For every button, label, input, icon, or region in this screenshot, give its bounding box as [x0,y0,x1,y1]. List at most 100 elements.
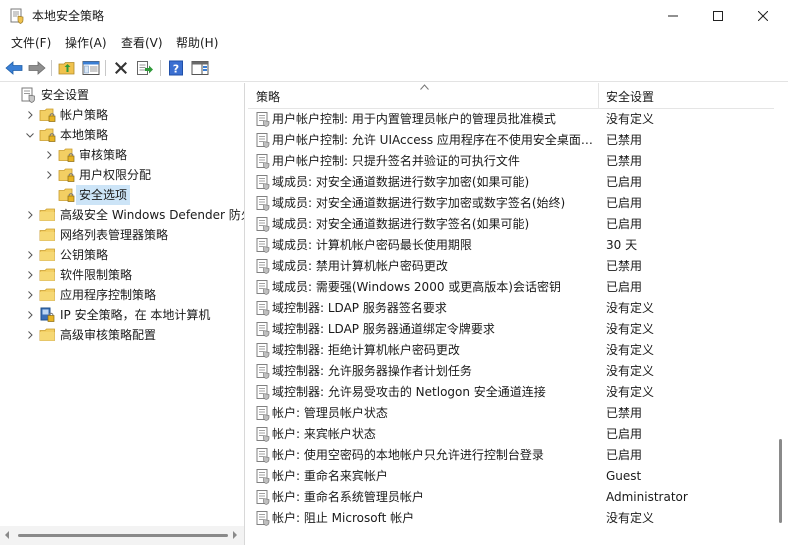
folder-lock-icon [58,147,75,163]
policy-row[interactable]: 域成员: 对安全通道数据进行数字加密(如果可能) 已启用 [248,172,774,193]
policy-setting: 已启用 [606,280,643,294]
policy-icon [256,343,270,358]
forward-button[interactable] [27,58,47,78]
column-header-policy-label: 策略 [256,90,281,104]
chevron-right-icon[interactable] [24,245,36,265]
tree-node[interactable]: 网络列表管理器策略 [24,225,168,245]
policy-row[interactable]: 域成员: 对安全通道数据进行数字签名(如果可能) 已启用 [248,214,774,235]
policy-row[interactable]: 用户帐户控制: 只提升签名并验证的可执行文件 已禁用 [248,151,774,172]
column-header-setting[interactable]: 安全设置 [599,83,774,109]
policy-row[interactable]: 域成员: 禁用计算机帐户密码更改 已禁用 [248,256,774,277]
policy-row[interactable]: 域控制器: 允许易受攻击的 Netlogon 安全通道连接 没有定义 [248,382,774,403]
folder-icon [39,227,56,243]
policy-row[interactable]: 帐户: 重命名来宾帐户 Guest [248,466,774,487]
up-one-level-button[interactable] [57,58,77,78]
policy-row[interactable]: 域控制器: 允许服务器操作者计划任务 没有定义 [248,361,774,382]
policy-row[interactable]: 帐户: 阻止 Microsoft 帐户 没有定义 [248,508,774,529]
policy-name: 帐户: 使用空密码的本地帐户只允许进行控制台登录 [272,448,544,462]
export-list-button[interactable] [135,58,155,78]
menu-view[interactable]: 查看(V) [121,35,163,51]
tree-node[interactable]: 安全选项 [43,185,131,205]
policy-setting: 30 天 [606,238,638,252]
policy-row[interactable]: 帐户: 重命名系统管理员帐户 Administrator [248,487,774,508]
folder-icon [39,207,56,223]
delete-button[interactable] [111,58,131,78]
horizontal-scrollbar[interactable] [0,526,244,545]
chevron-right-icon[interactable] [43,165,55,185]
policy-icon [256,259,270,274]
action-pane-button[interactable] [190,58,210,78]
local-security-policy-icon [10,8,24,24]
menu-help[interactable]: 帮助(H) [176,35,218,51]
tree-node[interactable]: IP 安全策略，在 本地计算机 [24,305,210,325]
policy-list: 策略 安全设置 用户帐户控制: 用于内置管理员帐户的管理员批准模式 没有定义 用户帐… [248,83,788,545]
tree-node[interactable]: 用户权限分配 [43,165,151,185]
policy-setting: 已禁用 [606,406,643,420]
policy-setting: 没有定义 [606,511,655,525]
chevron-right-icon[interactable] [24,265,36,285]
chevron-right-icon[interactable] [24,325,36,345]
policy-setting: 已启用 [606,175,643,189]
horizontal-scroll-thumb[interactable] [18,534,228,537]
tree-node[interactable]: 高级安全 Windows Defender 防火墙 [24,205,244,225]
policy-icon [256,511,270,526]
close-button[interactable] [740,0,786,32]
chevron-right-icon[interactable] [24,105,36,125]
maximize-button[interactable] [695,0,741,32]
tree-node[interactable]: 软件限制策略 [24,265,132,285]
toolbar: ? [0,54,788,82]
console-tree: 高级审核策略配置 IP 安全策略，在 本地计算机 应用程序控制策略 软件限制策略 公钥策… [0,83,245,545]
menu-action[interactable]: 操作(A) [65,35,107,51]
folder-lock-icon [58,187,75,203]
vertical-scroll-thumb[interactable] [779,439,782,523]
tree-node[interactable]: 审核策略 [43,145,127,165]
policy-setting: 没有定义 [606,343,655,357]
policy-name: 域成员: 对安全通道数据进行数字签名(如果可能) [272,217,530,231]
chevron-right-icon[interactable] [24,285,36,305]
tree-node[interactable]: 帐户策略 [24,105,108,125]
show-hide-tree-button[interactable] [81,58,101,78]
policy-name: 用户帐户控制: 允许 UIAccess 应用程序在不使用安全桌面的情况下提升权限 [272,133,594,147]
policy-icon [256,175,270,190]
policy-row[interactable]: 帐户: 来宾帐户状态 已启用 [248,424,774,445]
column-header-policy[interactable]: 策略 [248,83,599,109]
sort-ascending-icon [420,84,429,90]
policy-row[interactable]: 域成员: 对安全通道数据进行数字加密或数字签名(始终) 已启用 [248,193,774,214]
help-button[interactable]: ? [166,58,186,78]
back-arrow-icon [5,61,23,75]
folder-lock-icon [58,167,75,183]
tree-node[interactable]: 本地策略 [24,125,108,145]
tree-node[interactable]: 应用程序控制策略 [24,285,156,305]
policy-setting: 已启用 [606,448,643,462]
menu-file[interactable]: 文件(F) [11,35,51,51]
policy-row[interactable]: 帐户: 使用空密码的本地帐户只允许进行控制台登录 已启用 [248,445,774,466]
window-title: 本地安全策略 [32,9,105,23]
chevron-right-icon[interactable] [43,145,55,165]
vertical-scrollbar[interactable] [774,83,788,545]
policy-icon [256,490,270,505]
policy-row[interactable]: 用户帐户控制: 允许 UIAccess 应用程序在不使用安全桌面的情况下提升权限… [248,130,774,151]
back-button[interactable] [4,58,24,78]
policy-setting: 没有定义 [606,364,655,378]
policy-row[interactable]: 域控制器: LDAP 服务器签名要求 没有定义 [248,298,774,319]
tree-node[interactable]: 高级审核策略配置 [24,325,156,345]
policy-row[interactable]: 用户帐户控制: 用于内置管理员帐户的管理员批准模式 没有定义 [248,109,774,130]
policy-name: 帐户: 阻止 Microsoft 帐户 [272,511,415,525]
chevron-right-icon[interactable] [24,205,36,225]
tree-node[interactable]: 安全设置 [5,85,89,105]
tree-node-label: 审核策略 [79,148,128,162]
chevron-right-icon[interactable] [24,305,36,325]
policy-row[interactable]: 域控制器: LDAP 服务器通道绑定令牌要求 没有定义 [248,319,774,340]
policy-row[interactable]: 域成员: 计算机帐户密码最长使用期限 30 天 [248,235,774,256]
policy-row[interactable]: 域成员: 需要强(Windows 2000 或更高版本)会话密钥 已启用 [248,277,774,298]
chevron-down-icon[interactable] [24,125,36,145]
tree-node[interactable]: 公钥策略 [24,245,108,265]
minimize-button[interactable] [650,0,696,32]
policy-name: 域成员: 禁用计算机帐户密码更改 [272,259,448,273]
policy-setting: 没有定义 [606,301,655,315]
policy-icon [256,427,270,442]
policy-setting: 没有定义 [606,385,655,399]
policy-row[interactable]: 帐户: 管理员帐户状态 已禁用 [248,403,774,424]
policy-row[interactable]: 域控制器: 拒绝计算机帐户密码更改 没有定义 [248,340,774,361]
